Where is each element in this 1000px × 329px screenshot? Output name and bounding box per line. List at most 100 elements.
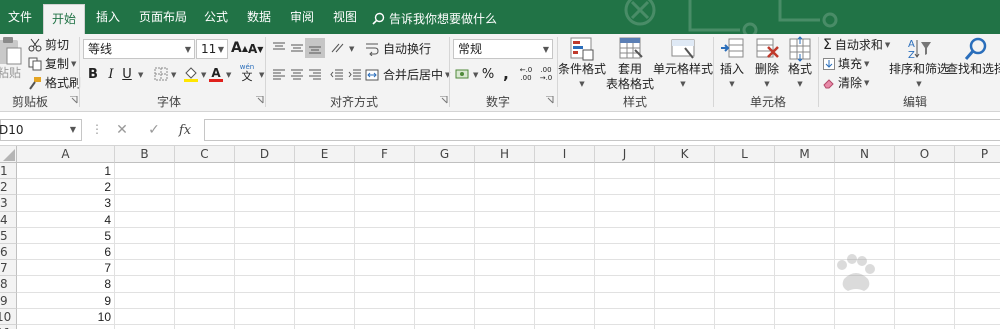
cell-c9[interactable] (175, 292, 235, 309)
row-header-6[interactable]: 6 (0, 244, 17, 261)
cell-c11[interactable] (175, 325, 235, 329)
cell-f1[interactable] (355, 163, 415, 180)
column-header-k[interactable]: K (655, 146, 715, 163)
cell-j7[interactable] (595, 260, 655, 277)
cell-d8[interactable] (235, 276, 295, 293)
cell-h9[interactable] (475, 292, 535, 309)
cell-h3[interactable] (475, 195, 535, 212)
column-header-d[interactable]: D (235, 146, 295, 163)
cell-i7[interactable] (535, 260, 595, 277)
cell-a6[interactable]: 6 (17, 244, 115, 261)
cell-i5[interactable] (535, 227, 595, 244)
cell-k6[interactable] (655, 244, 715, 261)
copy-button[interactable]: 复制 ▼ (28, 55, 76, 72)
row-header-8[interactable]: 8 (0, 276, 17, 293)
cell-l9[interactable] (715, 292, 775, 309)
cell-k7[interactable] (655, 260, 715, 277)
select-all-corner[interactable] (0, 146, 17, 163)
font-color-dropdown-icon[interactable]: ▼ (226, 71, 231, 79)
column-header-l[interactable]: L (715, 146, 775, 163)
cell-d11[interactable] (235, 325, 295, 329)
cell-e4[interactable] (295, 211, 355, 228)
cell-e3[interactable] (295, 195, 355, 212)
align-bottom-button[interactable] (305, 38, 325, 58)
cell-e1[interactable] (295, 163, 355, 180)
row-header-7[interactable]: 7 (0, 260, 17, 277)
cell-j5[interactable] (595, 227, 655, 244)
cell-e7[interactable] (295, 260, 355, 277)
merge-center-button[interactable]: 合并后居中 ▼ (365, 66, 450, 83)
clear-dropdown-icon[interactable]: ▼ (864, 79, 869, 87)
cell-d1[interactable] (235, 163, 295, 180)
font-size-combo[interactable]: 11 ▼ (196, 39, 228, 59)
row-header-10[interactable]: 10 (0, 308, 17, 325)
cell-m7[interactable] (775, 260, 835, 277)
cell-k2[interactable] (655, 179, 715, 196)
cell-g8[interactable] (415, 276, 475, 293)
cell-b8[interactable] (115, 276, 175, 293)
column-header-h[interactable]: H (475, 146, 535, 163)
column-header-o[interactable]: O (895, 146, 955, 163)
cell-b6[interactable] (115, 244, 175, 261)
cell-m6[interactable] (775, 244, 835, 261)
cell-c10[interactable] (175, 308, 235, 325)
format-cells-button[interactable]: 格式 ▼ (786, 36, 814, 92)
cell-e5[interactable] (295, 227, 355, 244)
find-select-button[interactable]: 查找和选择 (946, 36, 1000, 77)
cell-k1[interactable] (655, 163, 715, 180)
align-left-button[interactable] (269, 64, 289, 84)
clear-button[interactable]: 清除 ▼ (823, 74, 869, 91)
cell-p6[interactable] (955, 244, 1000, 261)
cell-d4[interactable] (235, 211, 295, 228)
decrease-indent-button[interactable] (327, 64, 347, 84)
chevron-down-icon[interactable]: ▼ (70, 120, 76, 140)
grow-font-button[interactable]: A ▲ (231, 40, 248, 56)
font-color-button[interactable]: A (206, 64, 226, 84)
tab-insert[interactable]: 插入 (88, 0, 128, 34)
cell-l5[interactable] (715, 227, 775, 244)
cell-b3[interactable] (115, 195, 175, 212)
cell-e11[interactable] (295, 325, 355, 329)
tell-me-search[interactable]: 告诉我你想要做什么 (372, 9, 497, 27)
cell-p7[interactable] (955, 260, 1000, 277)
cell-m11[interactable] (775, 325, 835, 329)
cell-n6[interactable] (835, 244, 895, 261)
cell-l3[interactable] (715, 195, 775, 212)
cell-c5[interactable] (175, 227, 235, 244)
column-header-p[interactable]: P (955, 146, 1000, 163)
cell-i1[interactable] (535, 163, 595, 180)
enter-entry-button[interactable]: ✓ (143, 120, 165, 140)
cell-n1[interactable] (835, 163, 895, 180)
cell-h8[interactable] (475, 276, 535, 293)
cell-j9[interactable] (595, 292, 655, 309)
column-header-g[interactable]: G (415, 146, 475, 163)
cell-o9[interactable] (895, 292, 955, 309)
cell-d2[interactable] (235, 179, 295, 196)
cell-p10[interactable] (955, 309, 1000, 325)
delete-cells-button[interactable]: 删除 ▼ (751, 36, 783, 92)
row-header-5[interactable]: 5 (0, 227, 17, 244)
cell-p11[interactable] (955, 325, 1000, 329)
phonetic-guide-button[interactable]: wén 文 (236, 63, 258, 83)
cell-k9[interactable] (655, 292, 715, 309)
cell-k8[interactable] (655, 276, 715, 293)
font-name-combo[interactable]: 等线 ▼ (83, 39, 195, 59)
cell-e8[interactable] (295, 276, 355, 293)
cell-m8[interactable] (775, 276, 835, 293)
increase-indent-button[interactable] (345, 64, 365, 84)
cell-i3[interactable] (535, 195, 595, 212)
cell-j1[interactable] (595, 163, 655, 180)
cell-b1[interactable] (115, 163, 175, 180)
column-header-j[interactable]: J (595, 146, 655, 163)
cell-c3[interactable] (175, 195, 235, 212)
autosum-button[interactable]: Σ 自动求和 ▼ (823, 36, 890, 53)
cell-l10[interactable] (715, 308, 775, 325)
cell-a9[interactable]: 9 (17, 292, 115, 309)
cell-p5[interactable] (955, 228, 1000, 244)
cell-p2[interactable] (955, 179, 1000, 196)
cell-b5[interactable] (115, 227, 175, 244)
cell-h5[interactable] (475, 227, 535, 244)
tab-file[interactable]: 文件 (0, 0, 40, 34)
cell-a2[interactable]: 2 (17, 179, 115, 196)
dialog-launcher-icon[interactable] (256, 96, 264, 104)
